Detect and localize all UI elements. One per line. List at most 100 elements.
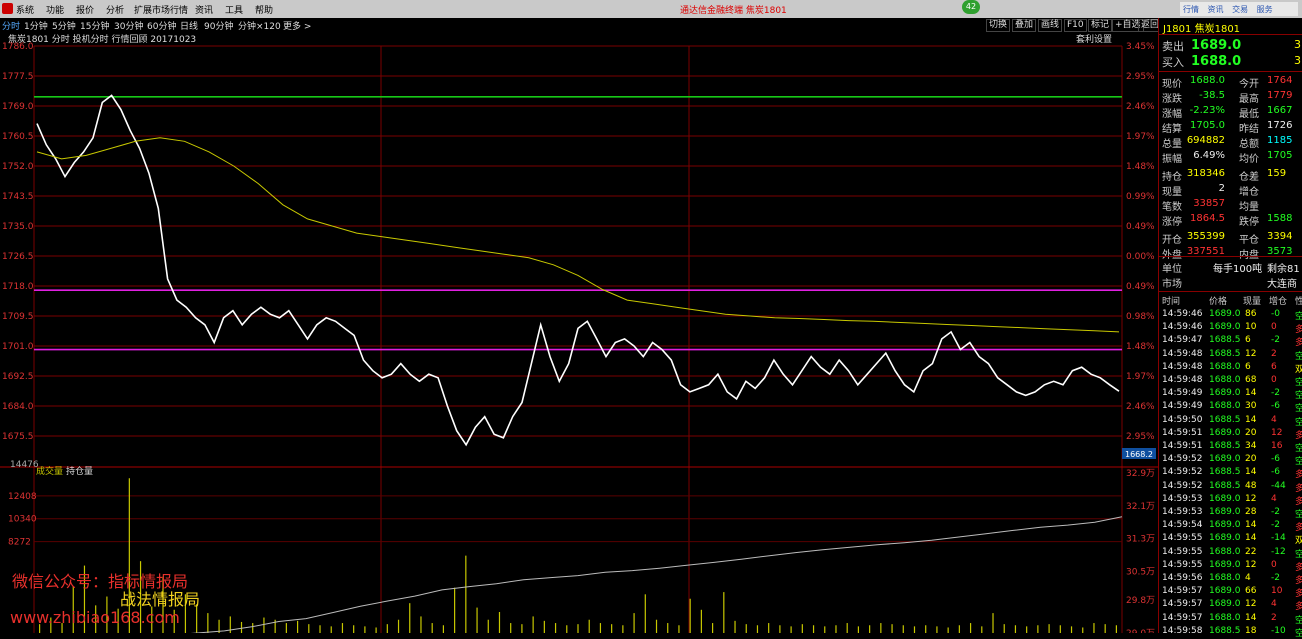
period-tab-1min[interactable]: 1分钟 xyxy=(24,19,48,32)
open-interest-tick-label: 31.3万 xyxy=(1126,535,1155,545)
tick-row[interactable]: 14:59:53 1689.0 28 -2 空 xyxy=(1159,507,1302,520)
tick-cell: -2 xyxy=(1271,388,1280,399)
tick-row[interactable]: 14:59:54 1689.0 14 -2 多 xyxy=(1159,520,1302,533)
intraday-chart[interactable]: 1786.01777.51769.01760.51752.01743.51735… xyxy=(0,32,1158,633)
menu-system[interactable]: 系统 xyxy=(16,3,34,16)
tick-cell: 1689.0 xyxy=(1209,520,1241,531)
tick-row[interactable]: 14:59:47 1688.5 6 -2 多 xyxy=(1159,335,1302,348)
menu-analysis[interactable]: 分析 xyxy=(106,3,124,16)
tick-cell: -6 xyxy=(1271,454,1280,465)
top-button-market[interactable]: 行情 xyxy=(1183,4,1199,15)
period-tab-5min[interactable]: 5分钟 xyxy=(52,19,76,32)
tick-row[interactable]: 14:59:48 1688.0 68 0 空 xyxy=(1159,375,1302,388)
period-tab-intraday[interactable]: 分时 xyxy=(2,19,20,32)
toolbar-draw-button[interactable]: 画线 xyxy=(1038,19,1063,32)
top-button-trade[interactable]: 交易 xyxy=(1232,4,1248,15)
tick-row[interactable]: 14:59:57 1689.0 66 10 多 xyxy=(1159,586,1302,599)
menu-tools[interactable]: 工具 xyxy=(225,3,243,16)
tick-cell: 14:59:52 xyxy=(1162,480,1203,491)
tick-cell: 1688.0 xyxy=(1209,546,1241,557)
tick-cell: 12 xyxy=(1271,427,1283,438)
tick-row[interactable]: 14:59:49 1689.0 14 -2 空 xyxy=(1159,388,1302,401)
toolbar-switch-button[interactable]: 切换 xyxy=(986,19,1011,32)
tick-row[interactable]: 14:59:48 1688.0 6 6 双 xyxy=(1159,362,1302,375)
tick-row[interactable]: 14:59:55 1689.0 12 0 多 xyxy=(1159,560,1302,573)
tick-row[interactable]: 14:59:48 1688.5 12 2 空 xyxy=(1159,349,1302,362)
menu-extended-market[interactable]: 扩展市场行情 xyxy=(134,3,188,16)
period-tab-90min[interactable]: 90分钟 xyxy=(204,19,233,32)
volume-top-label: 14476 xyxy=(10,460,39,470)
tick-cell: 1688.0 xyxy=(1209,375,1241,385)
tick-row[interactable]: 14:59:56 1688.0 4 -2 多 xyxy=(1159,573,1302,586)
tick-cell: -12 xyxy=(1271,546,1286,557)
period-tab-daily[interactable]: 日线 xyxy=(180,19,198,32)
price-tick-label: 1752.0 xyxy=(2,162,34,172)
notification-badge[interactable]: 42 xyxy=(962,0,980,14)
tick-row[interactable]: 14:59:55 1688.0 22 -12 空 xyxy=(1159,547,1302,560)
period-tab-more[interactable]: 更多 > xyxy=(283,19,311,32)
bid-price: 1688.0 xyxy=(1191,54,1242,69)
toolbar-mark-button[interactable]: 标记 xyxy=(1088,19,1113,32)
quote-value: 694882 xyxy=(1186,135,1225,146)
tick-row[interactable]: 14:59:46 1689.0 86 -0 空 xyxy=(1159,309,1302,322)
tick-row[interactable]: 14:59:49 1688.0 30 -6 空 xyxy=(1159,401,1302,414)
tick-row[interactable]: 14:59:51 1688.5 34 16 空 xyxy=(1159,441,1302,454)
tick-cell: 4 xyxy=(1245,573,1251,583)
tick-cell: 14:59:50 xyxy=(1162,414,1203,425)
quote-label-2: 跌停 xyxy=(1239,217,1259,228)
menu-function[interactable]: 功能 xyxy=(46,3,64,16)
tick-row[interactable]: 14:59:50 1688.5 14 4 空 xyxy=(1159,415,1302,428)
tick-cell: 14:59:57 xyxy=(1162,612,1203,623)
period-tab-15min[interactable]: 15分钟 xyxy=(80,19,109,32)
tick-cell: 1688.0 xyxy=(1209,573,1241,583)
quote-value: 355399 xyxy=(1186,231,1225,242)
tick-row[interactable]: 14:59:51 1689.0 20 12 多 xyxy=(1159,428,1302,441)
tick-row[interactable]: 14:59:57 1688.0 14 2 空 xyxy=(1159,613,1302,626)
tick-header-time: 时间 xyxy=(1162,297,1181,307)
tick-cell: 多 xyxy=(1295,470,1302,481)
price-tick-label: 1735.0 xyxy=(2,222,34,232)
tick-row[interactable]: 14:59:55 1689.0 14 -14 双 xyxy=(1159,533,1302,546)
tick-row[interactable]: 14:59:57 1689.0 12 4 多 xyxy=(1159,599,1302,612)
tick-row[interactable]: 14:59:52 1688.5 14 -6 多 xyxy=(1159,467,1302,480)
price-tick-label: 1743.5 xyxy=(2,192,34,202)
tick-cell: 1688.5 xyxy=(1209,335,1241,346)
toolbar-overlay-button[interactable]: 叠加 xyxy=(1012,19,1037,32)
tick-cell: 10 xyxy=(1245,322,1257,333)
quote-row: 涨幅 -2.23% 最低 1667 xyxy=(1159,105,1302,120)
window-title: 通达信金融终端 焦炭1801 xyxy=(680,6,787,16)
quote-label-2: 均价 xyxy=(1239,154,1259,165)
tick-cell: 1688.5 xyxy=(1209,480,1241,491)
menu-news[interactable]: 资讯 xyxy=(195,3,213,16)
tick-row[interactable]: 14:59:46 1689.0 10 0 多 xyxy=(1159,322,1302,335)
tick-cell: 14 xyxy=(1245,388,1257,399)
quote-label: 涨幅 xyxy=(1162,109,1182,120)
quote-value: 6.49% xyxy=(1193,150,1225,161)
tick-row[interactable]: 14:59:53 1689.0 12 4 多 xyxy=(1159,494,1302,507)
tick-row[interactable]: 14:59:52 1689.0 20 -6 空 xyxy=(1159,454,1302,467)
tick-cell: 14 xyxy=(1245,414,1257,425)
tick-row[interactable]: 14:59:52 1688.5 48 -44 多 xyxy=(1159,481,1302,494)
tick-cell: 多 xyxy=(1295,562,1302,573)
menu-help[interactable]: 帮助 xyxy=(255,3,273,16)
menu-quote[interactable]: 报价 xyxy=(76,3,94,16)
tick-cell: 1689.0 xyxy=(1209,493,1241,504)
quote-label: 振幅 xyxy=(1162,154,1182,165)
toolbar-f10-button[interactable]: F10 xyxy=(1064,19,1087,32)
top-button-news[interactable]: 资讯 xyxy=(1208,4,1224,15)
arbitrage-settings-link[interactable]: 套利设置 xyxy=(1076,33,1112,45)
tick-cell: 1689.0 xyxy=(1209,322,1241,333)
top-button-service[interactable]: 服务 xyxy=(1257,4,1273,15)
unit-label: 单位 xyxy=(1162,264,1182,275)
tick-header-price: 价格 xyxy=(1209,297,1228,307)
period-tab-120min[interactable]: 分钟×120 xyxy=(238,19,281,32)
tick-cell: 1689.0 xyxy=(1209,599,1241,610)
period-tab-60min[interactable]: 60分钟 xyxy=(147,19,176,32)
quote-value-2: 1185 xyxy=(1267,135,1293,146)
period-tab-30min[interactable]: 30分钟 xyxy=(114,19,143,32)
tick-row[interactable]: 14:59:58 1688.5 18 -10 空 xyxy=(1159,626,1302,639)
open-interest-tick-label: 29.8万 xyxy=(1126,596,1155,606)
tick-cell: 双 xyxy=(1295,364,1302,375)
market-label: 市场 xyxy=(1162,279,1182,290)
quote-value-2: 1779 xyxy=(1267,90,1293,101)
